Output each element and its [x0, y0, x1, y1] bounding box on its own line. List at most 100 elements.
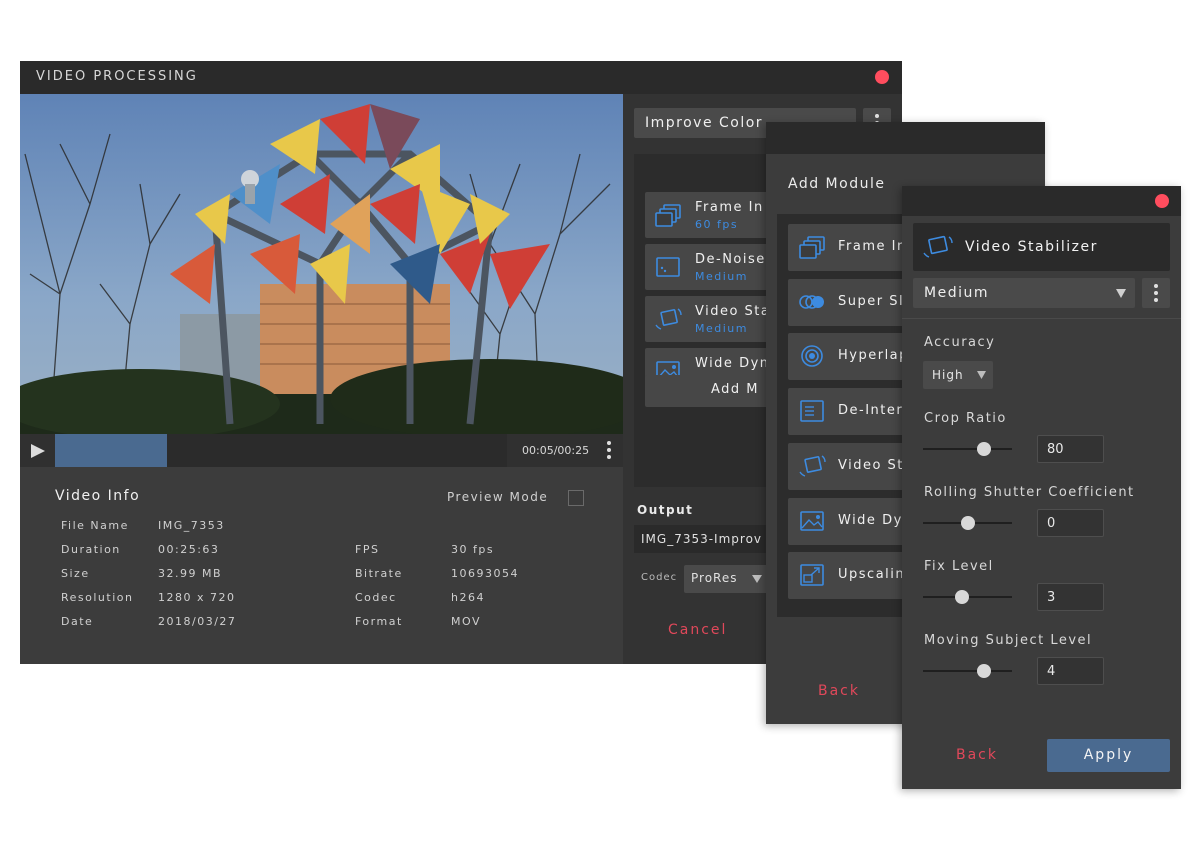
accuracy-value: High: [932, 368, 964, 382]
video-info-title: Video Info: [55, 488, 141, 504]
title-bar: [902, 186, 1181, 216]
stabilizer-menu-button[interactable]: [1142, 278, 1170, 308]
param-label: Fix Level: [924, 559, 994, 574]
divider: [902, 318, 1181, 319]
module-name: Video St: [838, 457, 904, 473]
playback-bar: 00:05/00:25: [20, 434, 623, 467]
preview-mode-checkbox[interactable]: [568, 490, 584, 506]
info-label: Codec: [355, 591, 397, 604]
timecode: 00:05/00:25: [522, 444, 590, 457]
progress-slider[interactable]: [55, 434, 507, 467]
close-button[interactable]: [1155, 194, 1169, 208]
video-preview[interactable]: [20, 94, 623, 434]
upscaling-icon: [800, 564, 824, 586]
slider-knob[interactable]: [955, 590, 970, 604]
module-header: Video Stabilizer: [913, 223, 1170, 271]
super-slow-icon: [799, 294, 824, 309]
info-value: 1280 x 720: [158, 591, 236, 604]
info-value: IMG_7353: [158, 519, 225, 532]
info-value: 00:25:63: [158, 543, 220, 556]
accuracy-label: Accuracy: [924, 335, 996, 350]
param-label: Rolling Shutter Coefficient: [924, 485, 1135, 500]
more-options-icon[interactable]: [607, 441, 611, 462]
progress-fill: [55, 434, 167, 467]
info-value: 30 fps: [451, 543, 495, 556]
play-icon[interactable]: [30, 443, 46, 459]
apply-button[interactable]: Apply: [1047, 739, 1170, 772]
param-label: Moving Subject Level: [924, 633, 1093, 648]
param-slider[interactable]: [923, 442, 1012, 456]
close-button[interactable]: [875, 70, 889, 84]
param-value-field[interactable]: 4: [1037, 657, 1104, 685]
add-module-title: Add Module: [788, 176, 886, 192]
module-item[interactable]: Video Sta Medium: [645, 296, 785, 342]
param-value: 4: [1047, 664, 1056, 679]
stabilizer-icon: [923, 235, 953, 258]
module-name: Video Sta: [695, 304, 771, 319]
title-bar: VIDEO PROCESSING: [20, 61, 902, 94]
module-setting: 60 fps: [695, 218, 739, 231]
deinterlace-icon: [800, 400, 824, 422]
chevron-down-icon: [977, 371, 986, 379]
info-value: 32.99 MB: [158, 567, 223, 580]
module-name: Wide Dy: [838, 512, 903, 528]
param-label: Crop Ratio: [924, 411, 1007, 426]
output-label: Output: [637, 503, 694, 517]
param-value-field[interactable]: 0: [1037, 509, 1104, 537]
denoise-icon: [656, 257, 680, 277]
back-button[interactable]: Back: [956, 747, 998, 763]
accuracy-dropdown[interactable]: High: [923, 361, 993, 389]
codec-value: ProRes: [691, 571, 738, 585]
window-title: VIDEO PROCESSING: [36, 69, 198, 84]
preset-value: Improve Color: [645, 115, 764, 131]
info-value: h264: [451, 591, 485, 604]
module-name: Super Sl: [838, 293, 905, 309]
info-label: Bitrate: [355, 567, 403, 580]
chevron-down-icon: [1116, 289, 1126, 298]
info-value: MOV: [451, 615, 481, 628]
param-value: 0: [1047, 516, 1056, 531]
chevron-down-icon: [752, 575, 762, 583]
back-button[interactable]: Back: [818, 683, 860, 699]
param-slider[interactable]: [923, 664, 1012, 678]
slider-knob[interactable]: [976, 442, 991, 456]
stabilizer-icon: [799, 455, 826, 477]
stabilizer-preset-value: Medium: [924, 285, 989, 301]
module-title: Video Stabilizer: [965, 239, 1098, 255]
frames-icon: [655, 204, 681, 227]
module-setting: Medium: [695, 322, 748, 335]
wide-dynamic-icon: [800, 510, 824, 531]
add-module-label: Add M: [711, 382, 760, 397]
info-label: File Name: [61, 519, 129, 532]
module-name: Frame In: [838, 239, 907, 254]
add-module-button[interactable]: Add M: [645, 375, 785, 407]
param-value: 3: [1047, 590, 1056, 605]
param-value: 80: [1047, 442, 1064, 457]
info-label: Resolution: [61, 591, 134, 604]
module-name: Hyperlap: [838, 348, 909, 364]
info-label: Format: [355, 615, 403, 628]
slider-knob[interactable]: [960, 516, 975, 530]
codec-label: Codec: [641, 572, 678, 583]
param-value-field[interactable]: 3: [1037, 583, 1104, 611]
video-stabilizer-dialog: Video Stabilizer Medium Accuracy High Cr…: [902, 186, 1181, 789]
hyperlapse-icon: [801, 345, 823, 368]
module-name: De-Noise: [695, 252, 766, 267]
info-label: Duration: [61, 543, 121, 556]
module-item[interactable]: De-Noise Medium: [645, 244, 785, 290]
info-label: Date: [61, 615, 94, 628]
param-slider[interactable]: [923, 590, 1012, 604]
output-filename: IMG_7353-Improv: [641, 532, 763, 546]
stabilizer-icon: [655, 308, 682, 330]
frames-icon: [799, 236, 825, 259]
param-value-field[interactable]: 80: [1037, 435, 1104, 463]
module-name: De-Inter: [838, 403, 904, 419]
more-options-icon: [1154, 284, 1158, 305]
param-slider[interactable]: [923, 516, 1012, 530]
cancel-button[interactable]: Cancel: [668, 622, 727, 638]
preview-mode-label: Preview Mode: [447, 490, 549, 504]
slider-knob[interactable]: [976, 664, 991, 678]
module-name: Frame In: [695, 200, 764, 215]
module-item[interactable]: Frame In 60 fps: [645, 192, 785, 238]
stabilizer-preset-dropdown[interactable]: Medium: [913, 278, 1135, 308]
